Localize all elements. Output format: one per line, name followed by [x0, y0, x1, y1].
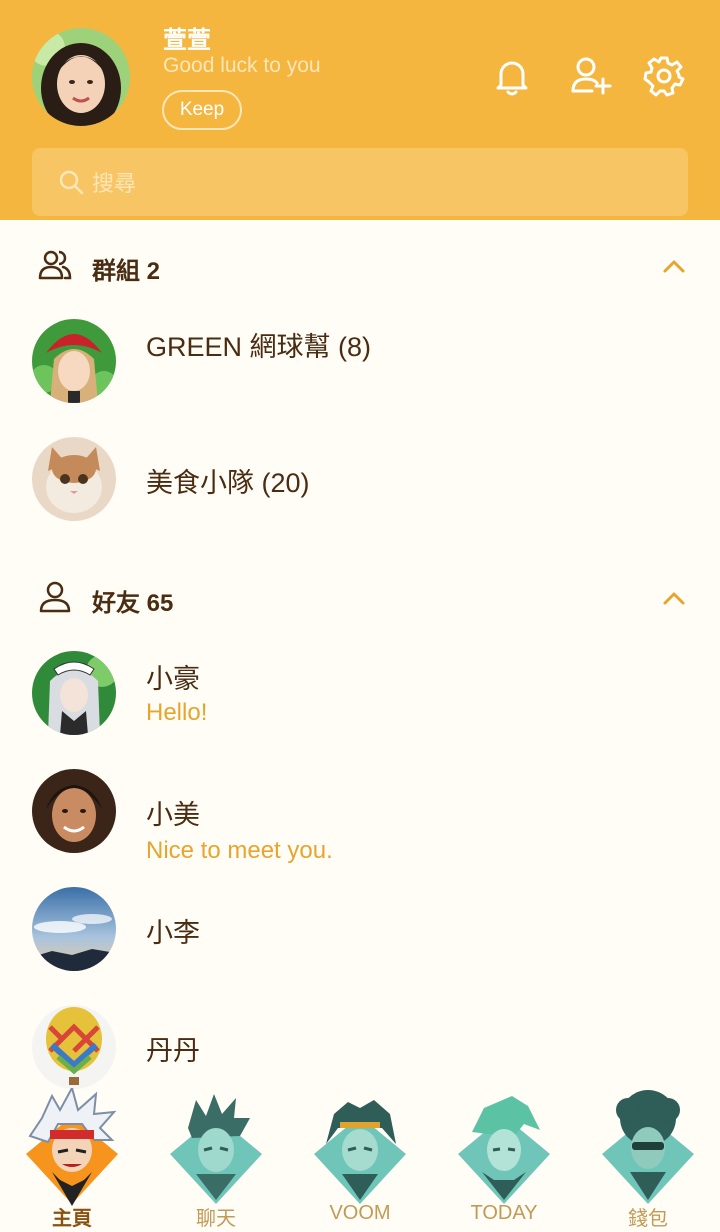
group-row[interactable]: GREEN 網球幫 (8) — [0, 319, 720, 429]
bell-icon[interactable] — [491, 55, 533, 97]
chevron-up-icon[interactable] — [660, 252, 688, 280]
friend-name: 小李 — [146, 918, 200, 948]
friend-avatar — [32, 1005, 116, 1089]
tab-wallet-label: 錢包 — [628, 1208, 668, 1230]
friends-section-title: 好友 65 — [92, 590, 174, 617]
group-avatar — [32, 437, 116, 521]
profile-status-message: Good luck to you — [163, 54, 321, 77]
tab-chat[interactable]: 聊天 — [144, 1086, 288, 1232]
tab-wallet[interactable]: 錢包 — [576, 1086, 720, 1232]
settings-gear-icon[interactable] — [643, 55, 685, 97]
group-avatar — [32, 319, 116, 403]
friend-row[interactable]: 小李 — [0, 887, 720, 997]
friend-avatar — [32, 769, 116, 853]
friend-name: 丹丹 — [146, 1036, 200, 1066]
tab-voom[interactable]: VOOM — [288, 1086, 432, 1232]
friend-row[interactable]: 小美 Nice to meet you. — [0, 769, 720, 879]
search-icon — [59, 170, 84, 195]
group-name: GREEN 網球幫 (8) — [146, 332, 372, 362]
profile-name: 萱萱 — [163, 27, 211, 54]
group-name: 美食小隊 (20) — [146, 468, 310, 498]
bottom-tab-bar: 主頁 聊天 VOOM TODAY 錢包 — [0, 1086, 720, 1232]
home-character-icon — [26, 1088, 118, 1206]
groups-section-title: 群組 2 — [92, 258, 161, 285]
keep-button[interactable]: Keep — [162, 90, 242, 130]
friend-status-message: Hello! — [146, 699, 208, 726]
person-icon — [39, 581, 71, 613]
search-input[interactable]: 搜尋 — [92, 166, 136, 198]
tab-today-label: TODAY — [470, 1202, 538, 1224]
friend-name: 小美 — [146, 800, 200, 830]
tab-today[interactable]: TODAY — [432, 1086, 576, 1232]
profile-header: 萱萱 Good luck to you Keep 搜尋 — [0, 0, 720, 220]
chevron-up-icon[interactable] — [660, 584, 688, 612]
friend-avatar — [32, 651, 116, 735]
voom-character-icon — [314, 1100, 406, 1204]
search-bar[interactable]: 搜尋 — [32, 148, 688, 216]
friends-section-header[interactable]: 好友 65 — [0, 568, 720, 628]
groups-section-header[interactable]: 群組 2 — [0, 236, 720, 296]
wallet-character-icon — [602, 1090, 694, 1204]
chat-character-icon — [170, 1094, 262, 1204]
tab-home-label: 主頁 — [52, 1208, 92, 1230]
tab-chat-label: 聊天 — [196, 1208, 236, 1230]
add-friend-icon[interactable] — [570, 55, 612, 97]
group-icon — [38, 250, 72, 280]
today-character-icon — [458, 1096, 550, 1204]
friend-name: 小豪 — [146, 664, 200, 694]
friend-avatar — [32, 887, 116, 971]
tab-home[interactable]: 主頁 — [0, 1086, 144, 1232]
friend-status-message: Nice to meet you. — [146, 837, 333, 864]
tab-voom-label: VOOM — [329, 1202, 391, 1224]
profile-avatar[interactable] — [32, 28, 130, 126]
group-row[interactable]: 美食小隊 (20) — [0, 437, 720, 547]
friend-row[interactable]: 小豪 Hello! — [0, 651, 720, 761]
